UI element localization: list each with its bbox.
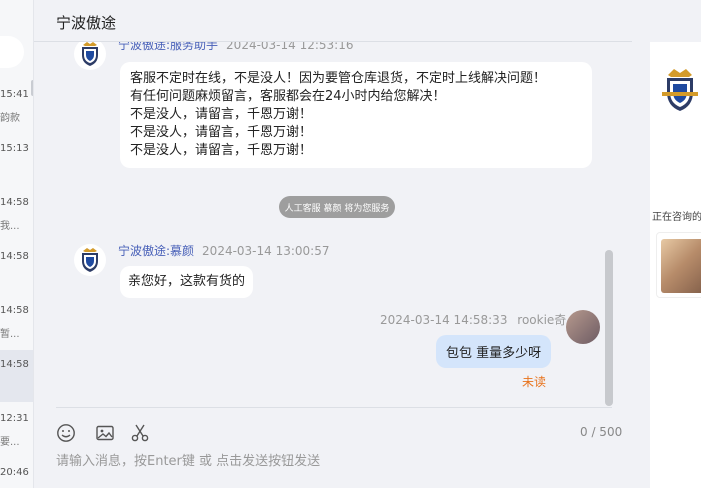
shop-logo-icon [662,69,698,111]
shop-logo [658,66,701,114]
message-text: 不是没人，请留言，千恩万谢！ [130,107,313,122]
conversation-search[interactable] [0,36,24,68]
my-message-time: 2024-03-14 14:58:33 [380,313,508,327]
right-info-panel: 正在咨询的 [632,0,701,488]
image-icon [96,425,114,441]
conversation-item[interactable]: 14:58 我... [0,188,33,240]
sender-name: 宁波傲途:慕颜 [118,244,195,258]
conversation-item[interactable]: 20:46 [0,458,33,488]
my-message-bubble: 包包 重量多少呀 [436,335,552,368]
conversation-time: 15:13 [0,143,29,154]
conversation-time: 20:46 [0,467,29,478]
chat-header: 宁波傲途 [34,0,632,42]
input-divider [56,407,612,408]
conversation-preview: 我... [0,221,20,232]
shop-avatar [74,42,106,70]
conversation-item[interactable]: 15:41 韵款 [0,80,33,132]
conversation-list: 15:41 韵款 15:13 14:58 我... 14:58 14:58 暂.… [0,0,34,488]
emoji-button[interactable] [55,422,77,444]
message-input[interactable]: 请输入消息，按Enter键 或 点击发送按钮发送 [56,450,320,469]
conversation-time: 14:58 [0,359,29,370]
conversation-time: 14:58 [0,197,29,208]
consulting-label: 正在咨询的 [652,212,701,223]
conversation-preview: 要... [0,437,20,448]
conversation-time: 14:58 [0,251,29,262]
user-avatar [566,310,600,344]
message-text: 有任何问题麻烦留言，客服都会在24小时内给您解决！ [130,89,446,104]
sender-line: 宁波傲途:服务助手 2024-03-14 12:53:16 [118,42,354,53]
shop-logo-icon [82,42,98,66]
message-scrollbar[interactable] [605,250,613,406]
conversation-time: 15:41 [0,89,29,100]
message-text: 不是没人，请留言，千恩万谢！ [130,125,313,140]
message-bubble: 亲您好，这款有货的 [120,266,254,298]
image-button[interactable] [94,422,116,444]
shop-logo-icon [82,248,98,272]
chat-title: 宁波傲途 [56,14,117,32]
message-list: 宁波傲途:服务助手 2024-03-14 12:53:16 客服不定时在线，不是没… [34,42,632,406]
sender-name: 宁波傲途:服务助手 [118,42,219,52]
message-time: 2024-03-14 12:53:16 [226,42,354,52]
message-bubble: 客服不定时在线，不是没人！因为要管仓库退货，不定时上线解决问题！ 有任何问题麻烦… [120,62,592,168]
message-text: 客服不定时在线，不是没人！因为要管仓库退货，不定时上线解决问题！ [130,71,547,86]
system-notice: 人工客服 慕颜 将为您服务 [279,196,395,218]
product-image [661,239,701,293]
char-count: 0 / 500 [580,425,623,439]
chat-panel: 宁波傲途 宁波傲途:服务助手 2024-03-14 12:53:16 客服不定时在… [34,0,632,488]
product-thumbnail[interactable] [656,232,701,298]
read-status: 未读 [522,375,547,389]
message-text: 不是没人，请留言，千恩万谢！ [130,143,313,158]
my-message-meta: 2024-03-14 14:58:33 rookie奇 [380,311,566,328]
screenshot-button[interactable] [129,422,151,444]
agent-avatar [74,244,106,276]
my-sender-name: rookie奇 [517,313,567,327]
message-time: 2024-03-14 13:00:57 [202,244,330,258]
conversation-preview: 韵款 [0,113,20,124]
shop-info-card: 正在咨询的 [650,42,701,488]
conversation-preview: 暂... [0,329,20,340]
sender-line: 宁波傲途:慕颜 2024-03-14 13:00:57 [118,242,330,259]
conversation-item-active[interactable]: 14:58 [0,350,33,402]
message-text: 亲您好，这款有货的 [128,274,246,289]
conversation-time: 14:58 [0,305,29,316]
conversation-item[interactable]: 15:13 [0,134,33,186]
scissors-icon [131,424,149,442]
emoji-icon [57,424,75,442]
conversation-item[interactable]: 14:58 暂... [0,296,33,348]
conversation-item[interactable]: 12:31 要... [0,404,33,456]
conversation-item[interactable]: 14:58 [0,242,33,294]
conversation-time: 12:31 [0,413,29,424]
